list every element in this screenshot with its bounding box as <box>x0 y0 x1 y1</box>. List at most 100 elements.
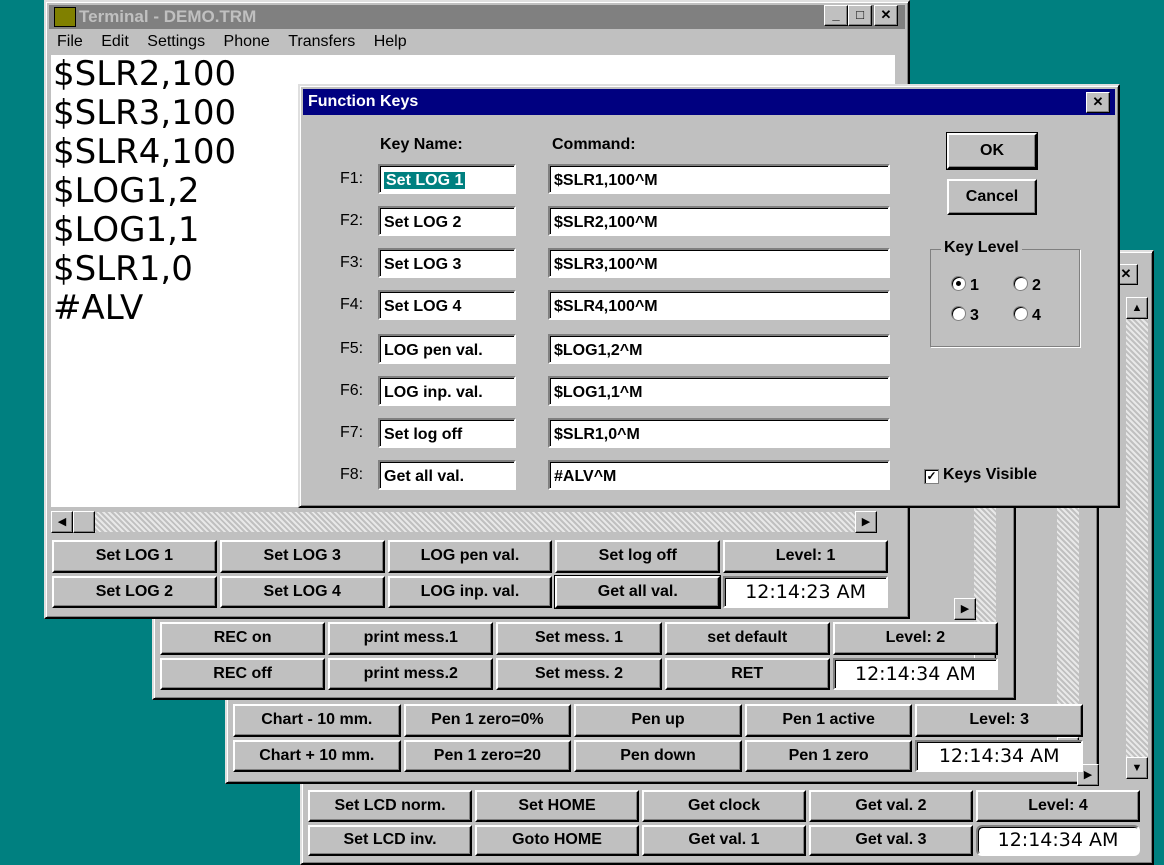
keyset-level-1: Set LOG 1 Set LOG 3 LOG pen val. Set log… <box>52 540 888 609</box>
command-field[interactable]: $SLR1,100^M <box>548 164 890 194</box>
fkey-button[interactable]: Pen 1 zero <box>744 739 913 772</box>
scroll-right-icon[interactable]: ▶ <box>855 511 877 533</box>
keys-visible-checkbox[interactable]: ✓ Keys Visible <box>924 466 1037 484</box>
keyset-level-2: REC on print mess.1 Set mess. 1 set defa… <box>160 622 998 690</box>
fkey-button[interactable]: Pen down <box>574 739 742 772</box>
fkey-button[interactable]: LOG pen val. <box>387 540 553 573</box>
fkey-button[interactable]: Set LOG 2 <box>52 575 217 608</box>
fkey-button[interactable]: REC off <box>160 657 326 690</box>
fkey-button[interactable]: LOG inp. val. <box>387 575 553 608</box>
fkey-label: F7: <box>340 424 364 441</box>
horizontal-scrollbar[interactable]: ◀ ▶ <box>51 511 877 533</box>
fkey-button[interactable]: REC on <box>160 622 326 655</box>
fkey-button[interactable]: Set log off <box>555 540 721 573</box>
fkey-button[interactable]: Chart + 10 mm. <box>233 739 401 772</box>
fkey-button[interactable]: print mess.1 <box>328 622 494 655</box>
fkey-button[interactable]: Get all val. <box>554 574 722 609</box>
fkey-button[interactable]: Get val. 2 <box>809 790 973 822</box>
radio-label: 4 <box>1032 307 1041 324</box>
level-button[interactable]: Level: 3 <box>915 704 1083 737</box>
command-field[interactable]: #ALV^M <box>548 460 890 490</box>
scroll-down-icon[interactable]: ▼ <box>1126 757 1148 779</box>
checkmark-icon: ✓ <box>924 469 939 484</box>
key-name-field[interactable]: Set LOG 4 <box>378 290 516 320</box>
keys-visible-label: Keys Visible <box>943 466 1037 483</box>
scroll-up-icon[interactable]: ▲ <box>1126 297 1148 319</box>
window-title: Terminal - DEMO.TRM <box>49 5 905 29</box>
close-icon[interactable]: ✕ <box>1086 92 1110 113</box>
menu-phone[interactable]: Phone <box>224 33 270 50</box>
key-name-field[interactable]: LOG inp. val. <box>378 376 516 406</box>
command-field[interactable]: $SLR3,100^M <box>548 248 890 278</box>
level-radio-3[interactable]: 3 <box>951 306 979 325</box>
menu-settings[interactable]: Settings <box>147 33 205 50</box>
fkey-label: F8: <box>340 466 364 483</box>
command-field[interactable]: $LOG1,2^M <box>548 334 890 364</box>
key-name-field[interactable]: Set LOG 2 <box>378 206 516 236</box>
command-field[interactable]: $SLR4,100^M <box>548 290 890 320</box>
fkey-button[interactable]: Set LOG 3 <box>219 540 385 573</box>
scroll-left-icon[interactable]: ◀ <box>51 511 73 533</box>
radio-label: 3 <box>970 307 979 324</box>
clock-display: 12:14:34 AM <box>976 824 1140 856</box>
fkey-button[interactable]: Pen 1 active <box>744 704 913 737</box>
level-button[interactable]: Level: 2 <box>832 622 998 655</box>
fkey-button[interactable]: Set mess. 2 <box>496 657 662 690</box>
vertical-scrollbar[interactable]: ▲ ▼ <box>1126 297 1148 779</box>
ok-button[interactable]: OK <box>946 132 1038 170</box>
radio-icon <box>1013 276 1028 291</box>
minimize-icon[interactable]: _ <box>824 5 848 26</box>
level-radio-4[interactable]: 4 <box>1013 306 1041 325</box>
keyset-level-3: Chart - 10 mm. Pen 1 zero=0% Pen up Pen … <box>233 704 1083 772</box>
key-name-field[interactable]: LOG pen val. <box>378 334 516 364</box>
fkey-button[interactable]: Set LCD norm. <box>308 790 472 822</box>
menu-file[interactable]: File <box>57 33 83 50</box>
fkey-button[interactable]: Set LOG 4 <box>219 575 385 608</box>
fkey-button[interactable]: Set LCD inv. <box>308 824 472 856</box>
fkey-label: F1: <box>340 170 364 187</box>
fkey-button[interactable]: Get clock <box>642 790 806 822</box>
level-radio-1[interactable]: 1 <box>951 276 979 295</box>
fkey-button[interactable]: Pen 1 zero=0% <box>403 704 572 737</box>
fkey-button[interactable]: Get val. 1 <box>642 824 806 856</box>
maximize-icon[interactable]: □ <box>848 5 872 26</box>
key-name-field[interactable]: Set LOG 1 <box>378 164 516 194</box>
fkey-button[interactable]: Pen up <box>574 704 742 737</box>
fkey-button[interactable]: RET <box>664 657 830 690</box>
close-icon[interactable]: ✕ <box>874 5 898 26</box>
level-radio-2[interactable]: 2 <box>1013 276 1041 295</box>
scroll-right-icon[interactable]: ▶ <box>954 598 976 620</box>
cancel-button[interactable]: Cancel <box>947 179 1037 215</box>
radio-icon <box>951 306 966 321</box>
menu-edit[interactable]: Edit <box>101 33 129 50</box>
key-name-field[interactable]: Set LOG 3 <box>378 248 516 278</box>
key-name-field[interactable]: Set log off <box>378 418 516 448</box>
fkey-button[interactable]: Pen 1 zero=20 <box>403 739 572 772</box>
menu-transfers[interactable]: Transfers <box>288 33 355 50</box>
radio-label: 2 <box>1032 277 1041 294</box>
fkey-button[interactable]: Set LOG 1 <box>52 540 217 573</box>
level-button[interactable]: Level: 1 <box>723 540 888 573</box>
function-keys-dialog: Function Keys ✕ Key Name: Command: F1: Se… <box>298 84 1120 508</box>
command-header: Command: <box>552 136 636 153</box>
fkey-button[interactable]: set default <box>664 622 830 655</box>
fkey-button[interactable]: Set mess. 1 <box>496 622 662 655</box>
key-name-value: Set LOG 2 <box>384 214 462 231</box>
command-field[interactable]: $SLR2,100^M <box>548 206 890 236</box>
fkey-button[interactable]: Set HOME <box>475 790 639 822</box>
command-field[interactable]: $LOG1,1^M <box>548 376 890 406</box>
fkey-button[interactable]: print mess.2 <box>328 657 494 690</box>
radio-label: 1 <box>970 277 979 294</box>
menu-help[interactable]: Help <box>374 33 407 50</box>
key-name-value: Get all val. <box>384 468 465 485</box>
scroll-thumb[interactable] <box>73 511 95 533</box>
command-field[interactable]: $SLR1,0^M <box>548 418 890 448</box>
level-button[interactable]: Level: 4 <box>976 790 1140 822</box>
fkey-button[interactable]: Chart - 10 mm. <box>233 704 401 737</box>
key-name-field[interactable]: Get all val. <box>378 460 516 490</box>
fkey-button[interactable]: Get val. 3 <box>809 824 973 856</box>
fkey-label: F5: <box>340 340 364 357</box>
key-name-value: Set LOG 3 <box>384 256 462 273</box>
fkey-button[interactable]: Goto HOME <box>475 824 639 856</box>
key-name-value: Set LOG 1 <box>384 172 466 189</box>
